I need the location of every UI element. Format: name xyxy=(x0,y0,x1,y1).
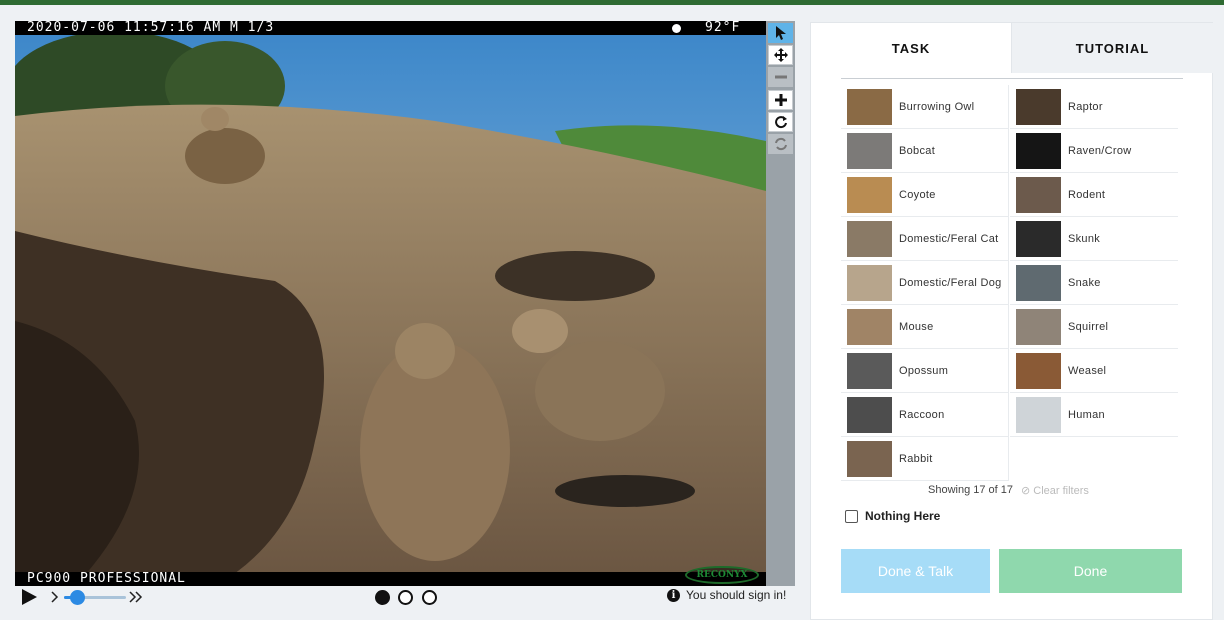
species-choice[interactable]: Raccoon xyxy=(841,393,1009,437)
timestamp: 2020-07-06 11:57:16 AM M 1/3 xyxy=(27,21,275,35)
species-label: Coyote xyxy=(899,188,936,201)
species-label: Raccoon xyxy=(899,408,945,421)
species-label: Squirrel xyxy=(1068,320,1109,333)
species-label: Burrowing Owl xyxy=(899,100,975,113)
timestamp-bar: 2020-07-06 11:57:16 AM M 1/3 92°F xyxy=(15,21,766,35)
zoom-out-icon xyxy=(774,75,787,79)
species-choice[interactable]: Raven/Crow xyxy=(1010,129,1178,173)
species-thumbnail xyxy=(1016,176,1061,213)
species-label: Human xyxy=(1068,408,1105,421)
species-thumbnail xyxy=(1016,264,1061,301)
pointer-tool-button[interactable] xyxy=(768,23,793,43)
species-choice[interactable]: Weasel xyxy=(1010,349,1178,393)
moon-phase-icon xyxy=(672,24,681,33)
nothing-here-checkbox[interactable] xyxy=(845,509,858,523)
species-choice[interactable]: Domestic/Feral Cat xyxy=(841,217,1009,261)
done-button[interactable]: Done xyxy=(999,549,1182,593)
species-choice[interactable]: Rabbit xyxy=(841,437,1009,481)
species-choice[interactable]: Squirrel xyxy=(1010,305,1178,349)
tab-task[interactable]: TASK xyxy=(811,23,1011,73)
species-label: Domestic/Feral Dog xyxy=(899,276,1002,289)
step-chevron-icon[interactable] xyxy=(50,590,60,604)
nothing-here-label: Nothing Here xyxy=(865,509,941,523)
species-label: Mouse xyxy=(899,320,934,333)
species-label: Weasel xyxy=(1068,364,1107,377)
species-thumbnail xyxy=(1016,352,1061,389)
species-thumbnail xyxy=(847,308,892,345)
species-choice[interactable]: Rodent xyxy=(1010,173,1178,217)
species-label: Rodent xyxy=(1068,188,1106,201)
signin-text: You should sign in! xyxy=(686,588,787,602)
species-choice[interactable]: Human xyxy=(1010,393,1178,437)
species-choice[interactable]: Raptor xyxy=(1010,85,1178,129)
species-thumbnail xyxy=(1016,396,1061,433)
clear-filters-button[interactable]: ⊘ Clear filters xyxy=(1021,484,1089,497)
fast-forward-icon[interactable] xyxy=(129,590,143,604)
frame-dot-3[interactable] xyxy=(422,590,437,605)
frame-dot-2[interactable] xyxy=(398,590,413,605)
pointer-icon xyxy=(775,26,786,40)
temperature: 92°F xyxy=(705,21,741,35)
tab-divider xyxy=(841,78,1183,79)
reset-icon xyxy=(774,137,787,151)
zoom-in-icon xyxy=(774,94,787,106)
species-label: Raptor xyxy=(1068,100,1103,113)
camera-info-bar: PC900 PROFESSIONAL xyxy=(15,572,766,586)
species-choice[interactable]: Mouse xyxy=(841,305,1009,349)
showing-count: Showing 17 of 17 xyxy=(928,484,1014,496)
species-label: Domestic/Feral Cat xyxy=(899,232,999,245)
species-label: Bobcat xyxy=(899,144,936,157)
species-label: Skunk xyxy=(1068,232,1101,245)
species-thumbnail xyxy=(847,352,892,389)
species-thumbnail xyxy=(847,176,892,213)
brand-logo: RECONYX xyxy=(685,566,759,584)
reset-button[interactable] xyxy=(768,134,793,154)
top-accent-bar xyxy=(0,0,1224,5)
species-thumbnail xyxy=(847,396,892,433)
species-thumbnail xyxy=(847,264,892,301)
species-thumbnail xyxy=(847,440,892,477)
rotate-icon xyxy=(774,116,787,129)
species-choice[interactable]: Skunk xyxy=(1010,217,1178,261)
species-choice[interactable]: Coyote xyxy=(841,173,1009,217)
species-label: Raven/Crow xyxy=(1068,144,1132,157)
nothing-here-option[interactable]: Nothing Here xyxy=(845,509,940,523)
species-choice[interactable]: Bobcat xyxy=(841,129,1009,173)
done-and-talk-button[interactable]: Done & Talk xyxy=(841,549,990,593)
speed-slider-thumb[interactable] xyxy=(70,590,85,605)
species-thumbnail xyxy=(847,132,892,169)
species-choice[interactable]: Opossum xyxy=(841,349,1009,393)
tab-tutorial[interactable]: TUTORIAL xyxy=(1011,23,1213,73)
move-tool-button[interactable] xyxy=(768,45,793,65)
task-panel: TASK TUTORIAL Burrowing Owl Raptor Bobcat R… xyxy=(810,22,1213,620)
zoom-out-button[interactable] xyxy=(768,67,793,87)
rotate-button[interactable] xyxy=(768,112,793,132)
species-thumbnail xyxy=(847,220,892,257)
species-thumbnail xyxy=(847,88,892,125)
signin-notice[interactable]: i You should sign in! xyxy=(667,588,786,602)
subject-image-viewer[interactable]: 2020-07-06 11:57:16 AM M 1/3 92°F PC900 … xyxy=(15,21,766,586)
species-choice[interactable]: Burrowing Owl xyxy=(841,85,1009,129)
move-icon xyxy=(773,48,788,62)
frame-dot-1[interactable] xyxy=(375,590,390,605)
info-icon: i xyxy=(667,588,680,602)
play-button[interactable] xyxy=(20,588,38,606)
species-thumbnail xyxy=(1016,132,1061,169)
species-thumbnail xyxy=(1016,308,1061,345)
species-thumbnail xyxy=(1016,88,1061,125)
species-thumbnail xyxy=(1016,220,1061,257)
zoom-in-button[interactable] xyxy=(768,90,793,110)
species-label: Opossum xyxy=(899,364,949,377)
species-choice[interactable]: Domestic/Feral Dog xyxy=(841,261,1009,305)
camera-label: PC900 PROFESSIONAL xyxy=(27,571,186,586)
image-tools xyxy=(766,21,795,586)
camera-trap-photo xyxy=(15,21,766,586)
species-label: Rabbit xyxy=(899,452,933,465)
species-choice[interactable]: Snake xyxy=(1010,261,1178,305)
species-label: Snake xyxy=(1068,276,1101,289)
